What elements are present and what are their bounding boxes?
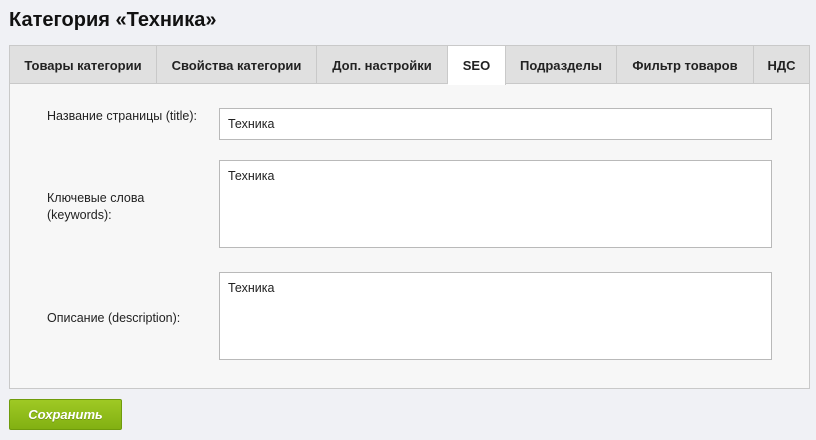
tab-category-products[interactable]: Товары категории [10, 46, 157, 84]
tab-additional-settings[interactable]: Доп. настройки [317, 46, 448, 84]
description-label: Описание (description): [47, 311, 181, 325]
tab-vat[interactable]: НДС [754, 46, 809, 84]
tab-product-filter[interactable]: Фильтр товаров [617, 46, 754, 84]
tab-subsections[interactable]: Подразделы [506, 46, 617, 84]
page-title-input[interactable] [219, 108, 772, 140]
keywords-label: Ключевые слова (keywords): [47, 191, 145, 222]
page-title: Категория «Техника» [9, 9, 217, 31]
title-label: Название страницы (title): [47, 109, 197, 123]
save-button[interactable]: Сохранить [9, 399, 122, 430]
description-textarea[interactable]: Техника [219, 272, 772, 360]
tab-seo[interactable]: SEO [448, 46, 506, 85]
tab-bar: Товары категории Свойства категории Доп.… [10, 46, 809, 85]
seo-settings-panel: Товары категории Свойства категории Доп.… [9, 45, 810, 389]
keywords-textarea[interactable]: Техника [219, 160, 772, 248]
tab-category-properties[interactable]: Свойства категории [157, 46, 317, 84]
